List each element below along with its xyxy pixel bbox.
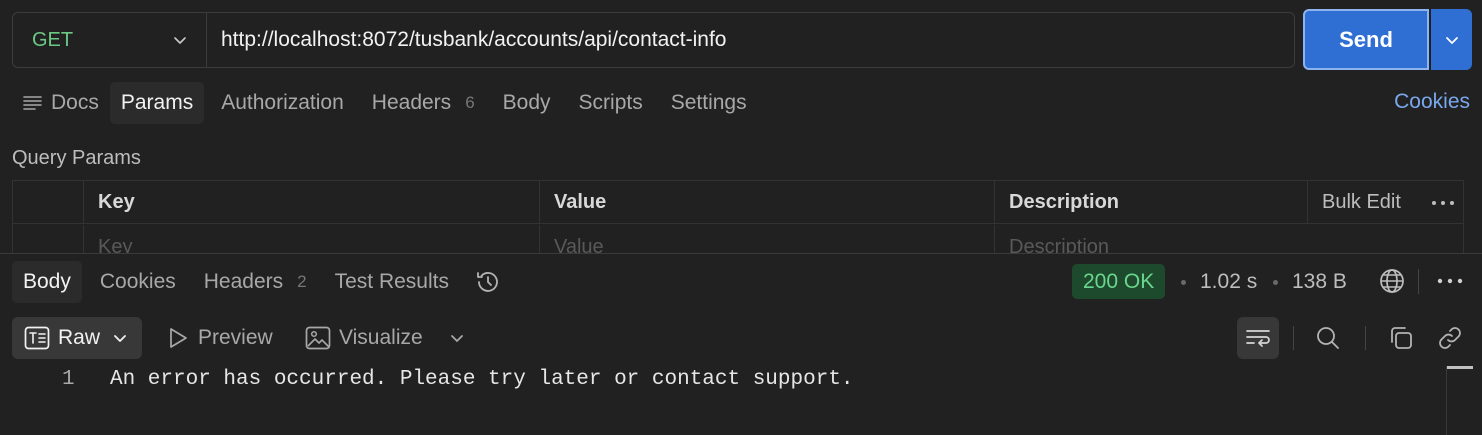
scrollbar-thumb[interactable] — [1447, 366, 1473, 369]
response-tab-headers-label: Headers — [203, 270, 284, 293]
params-col-key: Key — [83, 181, 539, 224]
tab-settings-label: Settings — [670, 91, 747, 114]
chevron-down-icon — [172, 32, 188, 48]
format-raw-button[interactable]: Raw — [12, 317, 142, 359]
tab-body[interactable]: Body — [492, 82, 562, 124]
url-input[interactable]: http://localhost:8072/tusbank/accounts/a… — [207, 28, 727, 52]
search-icon[interactable] — [1307, 317, 1349, 359]
params-empty-row: Key Value Description — [13, 225, 1463, 254]
tab-params-label: Params — [120, 91, 194, 114]
format-visualize-button[interactable]: Visualize — [305, 317, 465, 359]
tab-authorization[interactable]: Authorization — [210, 82, 355, 124]
tab-authorization-label: Authorization — [221, 91, 344, 114]
tab-headers-label: Headers — [371, 91, 452, 114]
method-label: GET — [32, 28, 74, 51]
chevron-down-icon[interactable] — [449, 330, 465, 346]
params-row-checkbox — [13, 225, 83, 254]
wrap-icon[interactable] — [1237, 317, 1279, 359]
meta-separator — [1181, 280, 1186, 285]
more-icon[interactable] — [1437, 278, 1463, 284]
globe-icon[interactable] — [1379, 268, 1405, 294]
scroll-track — [1446, 366, 1447, 435]
send-group: Send — [1303, 9, 1472, 70]
docs-list-icon — [23, 94, 43, 112]
format-preview-label: Preview — [198, 326, 273, 349]
cookies-link[interactable]: Cookies — [1394, 90, 1470, 114]
params-header-row: Key Value Description Bulk Edit — [13, 181, 1463, 224]
send-options-button[interactable] — [1431, 9, 1472, 70]
line-number: 1 — [62, 368, 75, 391]
tab-docs[interactable]: Docs — [12, 82, 110, 124]
response-line-text: An error has occurred. Please try later … — [110, 368, 854, 391]
tab-params[interactable]: Params — [109, 82, 205, 124]
play-icon — [166, 326, 190, 350]
tab-scripts[interactable]: Scripts — [568, 82, 654, 124]
headers-count: 6 — [465, 93, 475, 112]
param-key-input[interactable]: Key — [83, 225, 539, 254]
format-visualize-label: Visualize — [339, 326, 423, 349]
chevron-down-icon — [112, 330, 128, 346]
send-button[interactable]: Send — [1303, 9, 1429, 70]
param-description-input[interactable]: Description — [994, 225, 1463, 254]
copy-icon[interactable] — [1380, 317, 1422, 359]
response-tab-cookies-label: Cookies — [99, 270, 176, 293]
format-preview-button[interactable]: Preview — [166, 317, 273, 359]
format-raw-label: Raw — [58, 326, 101, 349]
param-value-input[interactable]: Value — [539, 225, 994, 254]
request-tabs: Docs Params Authorization Headers 6 Body… — [12, 82, 758, 124]
response-tab-cookies[interactable]: Cookies — [89, 261, 187, 303]
tab-headers[interactable]: Headers 6 — [361, 82, 486, 124]
params-col-value: Value — [539, 181, 994, 224]
method-select[interactable]: GET — [13, 13, 207, 67]
response-tab-body[interactable]: Body — [12, 261, 82, 303]
params-table: Key Value Description Bulk Edit Key Valu… — [12, 180, 1464, 254]
toolbar-divider — [1293, 326, 1294, 350]
response-tab-test-results[interactable]: Test Results — [324, 261, 460, 303]
panel-divider[interactable] — [0, 253, 1482, 254]
response-tab-body-label: Body — [23, 270, 71, 293]
params-col-description: Description — [994, 181, 1307, 224]
url-bar: GET http://localhost:8072/tusbank/accoun… — [12, 12, 1295, 68]
image-icon — [305, 326, 331, 350]
tab-docs-label: Docs — [51, 91, 99, 114]
more-icon[interactable] — [1423, 181, 1463, 224]
response-tabs: Body Cookies Headers 2 Test Results — [12, 261, 502, 303]
response-size[interactable]: 138 B — [1292, 270, 1347, 294]
history-icon[interactable] — [474, 268, 502, 296]
chevron-down-icon — [1444, 32, 1460, 48]
bulk-edit-button[interactable]: Bulk Edit — [1307, 181, 1423, 224]
tab-settings[interactable]: Settings — [660, 82, 758, 124]
response-headers-count: 2 — [297, 272, 307, 291]
meta-divider — [1418, 269, 1419, 294]
raw-text-icon — [24, 326, 50, 350]
link-icon[interactable] — [1429, 317, 1471, 359]
response-tab-headers[interactable]: Headers 2 — [193, 261, 318, 303]
toolbar-divider — [1365, 326, 1366, 350]
tab-body-label: Body — [502, 91, 551, 114]
status-badge[interactable]: 200 OK — [1072, 264, 1166, 299]
meta-separator — [1273, 280, 1278, 285]
params-checkbox-col — [13, 181, 83, 224]
tab-scripts-label: Scripts — [578, 91, 643, 114]
query-params-title: Query Params — [12, 147, 141, 169]
response-time[interactable]: 1.02 s — [1200, 270, 1257, 294]
response-tab-test-results-label: Test Results — [334, 270, 449, 293]
